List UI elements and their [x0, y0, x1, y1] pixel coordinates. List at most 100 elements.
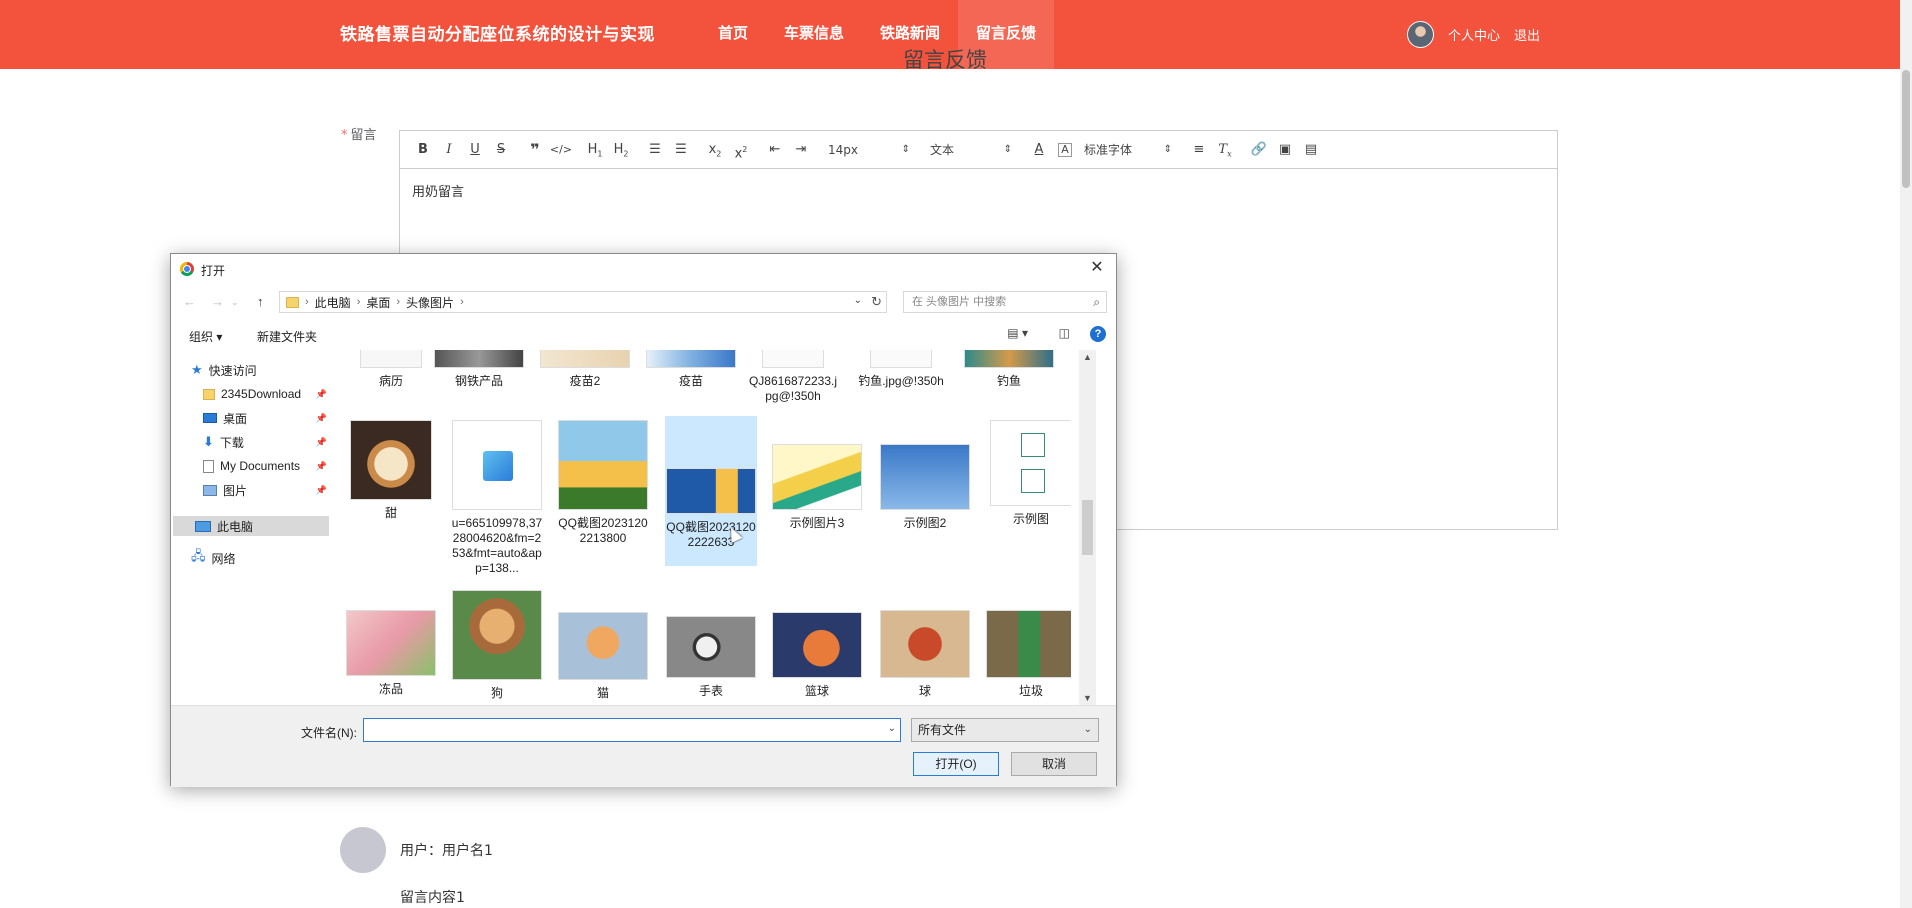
sidebar-item-my-documents[interactable]: My Documents 📌 [203, 456, 331, 476]
indent-icon[interactable]: ⇥ [788, 138, 814, 162]
file-item[interactable]: 钓鱼.jpg@!350h [855, 350, 947, 389]
organize-button[interactable]: 组织 ▾ [189, 328, 222, 345]
file-item[interactable]: u=665109978,3728004620&fm=253&fmt=auto&a… [451, 420, 543, 575]
outdent-icon[interactable]: ⇤ [762, 138, 788, 162]
refresh-icon[interactable]: ↻ [871, 294, 882, 310]
file-item[interactable]: 示例图 [985, 420, 1071, 530]
forward-icon[interactable]: → [211, 294, 224, 309]
clear-format-icon[interactable]: Tx [1212, 138, 1238, 162]
breadcrumb-this-pc[interactable]: 此电脑 [315, 294, 351, 311]
site-title[interactable]: 铁路售票自动分配座位系统的设计与实现 [340, 20, 655, 45]
chevron-down-icon[interactable]: ⌄ [854, 295, 862, 306]
file-item[interactable]: 冻品 [345, 590, 437, 697]
pin-icon: 📌 [315, 388, 327, 399]
file-item[interactable]: 钢铁产品 [433, 350, 525, 389]
font-color-icon[interactable]: A [1026, 138, 1052, 162]
file-item[interactable]: QJ8616872233.jpg@!350h [747, 350, 839, 404]
subscript-icon[interactable]: x2 [702, 138, 728, 162]
bold-icon[interactable]: B [410, 138, 436, 162]
video-icon[interactable]: ▤ [1298, 138, 1324, 162]
open-button[interactable]: 打开(O) [913, 752, 999, 776]
strikethrough-icon[interactable]: S [488, 138, 514, 162]
close-icon[interactable]: ✕ [1086, 257, 1108, 279]
image-icon[interactable]: ▣ [1272, 138, 1298, 162]
folder-icon [203, 388, 215, 400]
sidebar-item-downloads[interactable]: ⬇ 下载 📌 [203, 432, 331, 452]
breadcrumb-desktop[interactable]: 桌面 [366, 294, 390, 311]
page-scrollbar-thumb[interactable] [1902, 70, 1910, 188]
font-size-select[interactable]: 14px ⇕ [822, 138, 916, 162]
file-item[interactable]: QQ截图20231202213800 [557, 420, 649, 570]
nav-tickets[interactable]: 车票信息 [766, 0, 862, 69]
align-icon[interactable]: ≡ [1186, 138, 1212, 162]
up-icon[interactable]: ↑ [257, 294, 264, 309]
file-item[interactable]: 示例图2 [879, 420, 971, 530]
superscript-icon[interactable]: x2 [728, 138, 754, 162]
sidebar-item-this-pc[interactable]: 此电脑 [173, 516, 329, 536]
user-area: 个人中心 退出 [1406, 0, 1540, 69]
ordered-list-icon[interactable]: ☰ [642, 138, 668, 162]
file-list-scrollbar[interactable]: ▲ ▼ [1079, 350, 1096, 705]
format-select[interactable]: 文本 ⇕ [924, 138, 1018, 162]
chevron-down-icon[interactable]: ⌄ [888, 723, 896, 734]
underline-icon[interactable]: U [462, 138, 488, 162]
file-thumbnail [986, 610, 1071, 678]
bullet-list-icon[interactable]: ☰ [668, 138, 694, 162]
file-item[interactable]: 疫苗 [645, 350, 737, 389]
file-item[interactable]: 病历 [345, 350, 437, 389]
file-item-selected[interactable]: QQ截图20231202222633 [665, 416, 757, 566]
file-thumbnail [350, 420, 432, 500]
heading2-icon[interactable]: H2 [608, 138, 634, 162]
search-input[interactable]: 在 头像图片 中搜索 ⌕ [903, 291, 1107, 313]
sidebar-item-quick-access[interactable]: ★ 快速访问 [191, 360, 331, 380]
download-icon: ⬇ [203, 434, 214, 449]
document-icon [203, 459, 214, 473]
editor-content[interactable]: 用奶留言 [400, 169, 1557, 212]
sidebar-item-pictures[interactable]: 图片 📌 [203, 480, 331, 500]
nav-home[interactable]: 首页 [700, 0, 766, 69]
file-thumbnail [558, 420, 648, 510]
cancel-button[interactable]: 取消 [1011, 752, 1097, 776]
link-icon[interactable]: 🔗 [1246, 138, 1272, 162]
sidebar-item-2345download[interactable]: 2345Download 📌 [203, 384, 331, 404]
file-thumbnail [360, 350, 422, 368]
file-type-select[interactable]: 所有文件 ⌄ [911, 718, 1099, 742]
background-color-icon[interactable]: A [1058, 142, 1072, 157]
view-mode-icon[interactable]: ▤ ▾ [1007, 326, 1028, 340]
file-item[interactable]: 球 [879, 590, 971, 699]
recent-dropdown-icon[interactable]: ⌄ [231, 297, 239, 308]
file-item[interactable]: 示例图片3 [771, 420, 863, 530]
file-item[interactable]: 手表 [665, 590, 757, 699]
filename-input[interactable]: ⌄ [363, 718, 901, 742]
blockquote-icon[interactable]: ❞ [522, 138, 548, 162]
new-folder-button[interactable]: 新建文件夹 [257, 328, 317, 345]
file-item[interactable]: 狗 [451, 590, 543, 701]
comment-user: 用户：用户名1 [400, 843, 493, 859]
font-family-select[interactable]: 标准字体 ⇕ [1078, 138, 1178, 162]
sidebar-item-desktop[interactable]: 桌面 📌 [203, 408, 331, 428]
chevron-down-icon[interactable]: ▼ [1083, 693, 1092, 703]
chevron-down-icon: ⌄ [1083, 724, 1092, 735]
chevron-up-icon[interactable]: ▲ [1083, 352, 1092, 362]
user-avatar[interactable] [1406, 21, 1434, 48]
italic-icon[interactable]: I [436, 138, 462, 162]
page-heading: 留言反馈 [903, 48, 987, 72]
logout-link[interactable]: 退出 [1514, 25, 1540, 44]
preview-pane-icon[interactable]: ◫ [1059, 326, 1070, 340]
file-item[interactable]: 甜 [345, 420, 437, 530]
user-center-link[interactable]: 个人中心 [1448, 25, 1500, 44]
help-icon[interactable]: ? [1090, 326, 1106, 342]
file-item[interactable]: 疫苗2 [539, 350, 631, 389]
page-scrollbar[interactable] [1900, 0, 1912, 908]
breadcrumb-avatar-pictures[interactable]: 头像图片 [406, 294, 454, 311]
sidebar-item-network[interactable]: 🖧 网络 [191, 548, 331, 568]
file-item[interactable]: 垃圾 [985, 590, 1071, 699]
file-item[interactable]: 钓鱼 [963, 350, 1055, 389]
file-item[interactable]: 篮球 [771, 590, 863, 699]
heading1-icon[interactable]: H1 [582, 138, 608, 162]
back-icon[interactable]: ← [183, 294, 196, 309]
scrollbar-thumb[interactable] [1082, 500, 1093, 555]
file-item[interactable]: 猫 [557, 590, 649, 701]
address-bar[interactable]: › 此电脑 › 桌面 › 头像图片 › ⌄ ↻ [279, 291, 887, 313]
code-block-icon[interactable]: </> [548, 138, 574, 162]
